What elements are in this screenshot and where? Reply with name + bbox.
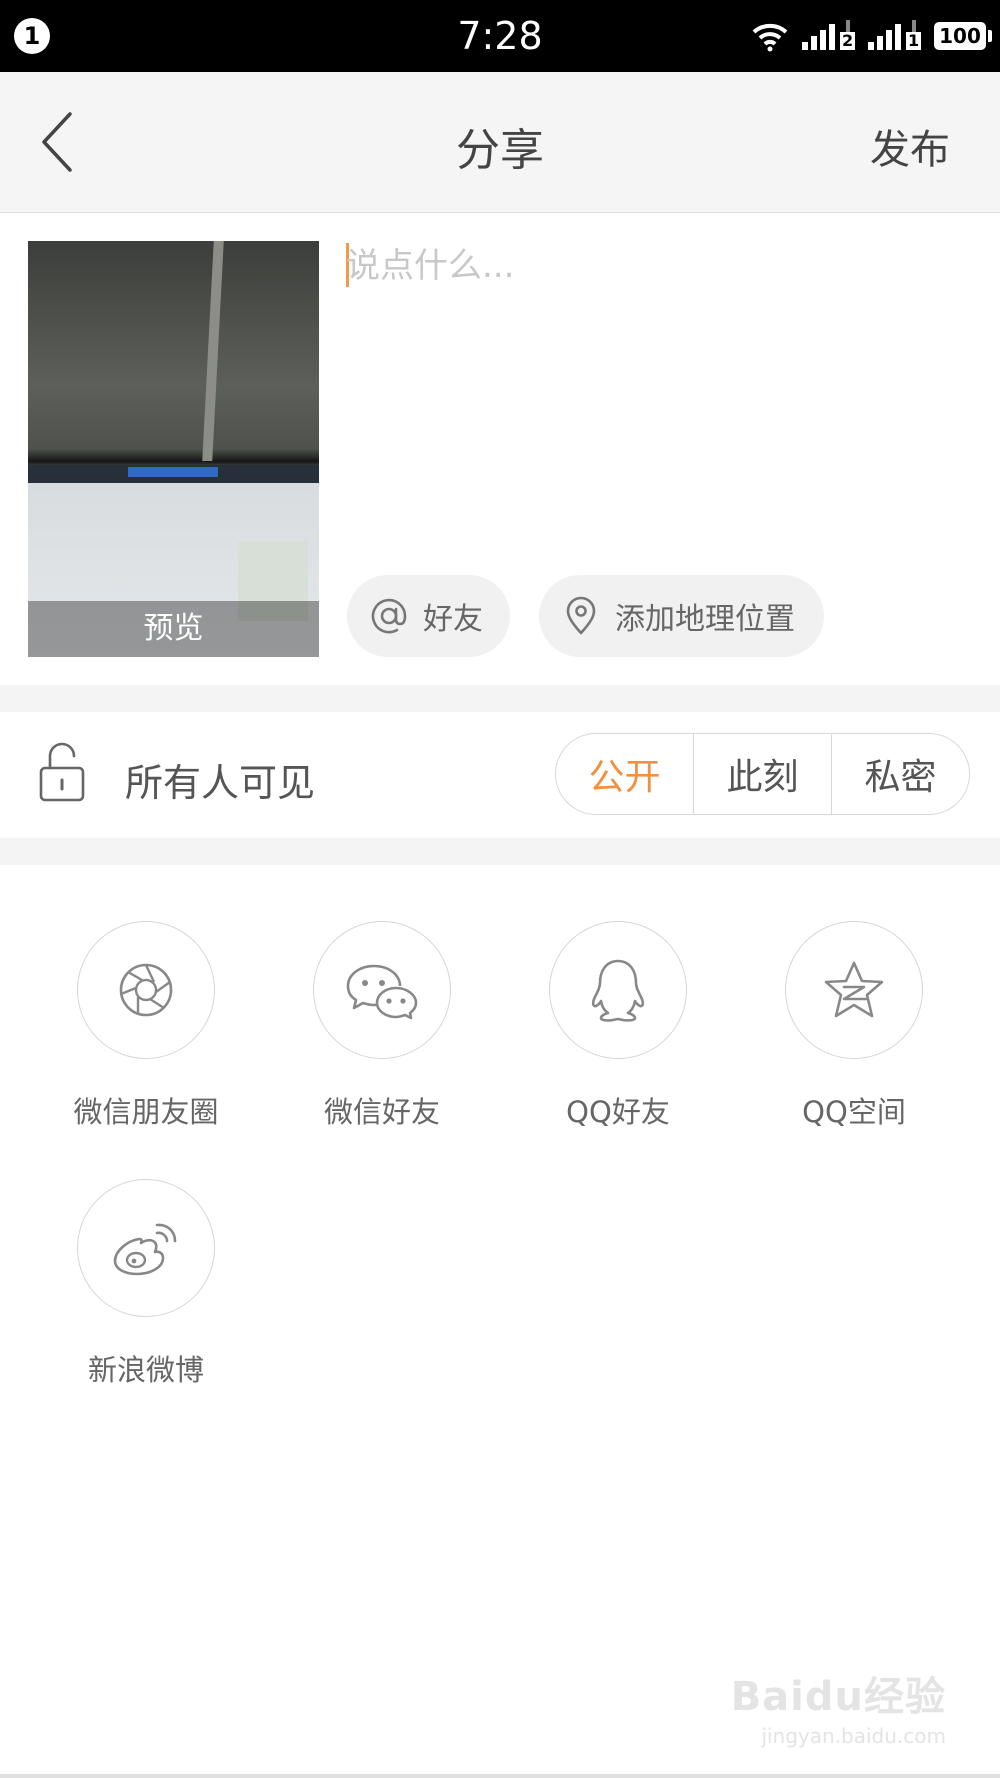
mention-label: 好友 [423,602,483,637]
share-label: 微信好友 [323,1095,440,1129]
add-location-button[interactable]: 添加地理位置 [539,575,824,657]
privacy-option-public[interactable]: 公开 [556,734,693,814]
wechat-moments-icon [119,963,173,1017]
share-weibo[interactable]: 新浪微博 [28,1179,264,1409]
photo-thumbnail[interactable]: 预览 [28,241,319,657]
signal-sim2-icon: 2 [802,20,856,52]
watermark-url: jingyan.baidu.com [761,1724,946,1748]
qzone-icon [824,961,884,1018]
privacy-segmented-control: 公开 此刻 私密 [555,733,970,815]
watermark-logo: Baidu经验 [730,1674,946,1720]
post-text-input[interactable] [346,241,966,291]
status-icons: 2 1 100 [750,16,992,56]
status-bar: 1 7:28 2 1 100 [0,0,1000,72]
privacy-option-moment[interactable]: 此刻 [693,734,831,814]
sim2-label: 2 [840,31,856,50]
compose-area: 预览 好友 添加地理位置 [0,213,1000,685]
location-label: 添加地理位置 [615,602,795,637]
share-qzone[interactable]: QQ空间 [736,921,972,1151]
battery-icon: 100 [934,22,992,50]
privacy-row: 所有人可见 公开 此刻 私密 [0,712,1000,838]
nav-header: 分享 发布 [0,72,1000,213]
preview-label[interactable]: 预览 [28,601,319,657]
signal-sim1-icon: 1 [868,20,922,52]
wifi-icon [752,23,788,52]
unlock-icon [39,742,85,802]
wechat-icon [346,964,418,1020]
share-label: 新浪微博 [87,1353,204,1387]
privacy-label: 所有人可见 [125,761,316,805]
page-title: 分享 [456,125,544,176]
privacy-option-private[interactable]: 私密 [831,734,969,814]
share-label: QQ空间 [802,1095,906,1129]
share-label: 微信朋友圈 [73,1095,219,1129]
section-divider [0,685,1000,712]
bottom-divider [0,1774,1000,1778]
publish-button[interactable]: 发布 [870,117,950,175]
share-wechat-friends[interactable]: 微信好友 [264,921,500,1151]
share-wechat-moments[interactable]: 微信朋友圈 [28,921,264,1151]
watermark: Baidu经验 jingyan.baidu.com [731,1664,946,1748]
section-divider [0,838,1000,865]
qq-icon [591,959,645,1022]
mention-friend-button[interactable]: 好友 [347,575,510,657]
weibo-icon [113,1223,177,1276]
at-icon [369,596,409,636]
sim1-label: 1 [906,31,922,50]
share-qq-friends[interactable]: QQ好友 [500,921,736,1151]
location-pin-icon [561,596,601,636]
share-label: QQ好友 [566,1095,670,1129]
